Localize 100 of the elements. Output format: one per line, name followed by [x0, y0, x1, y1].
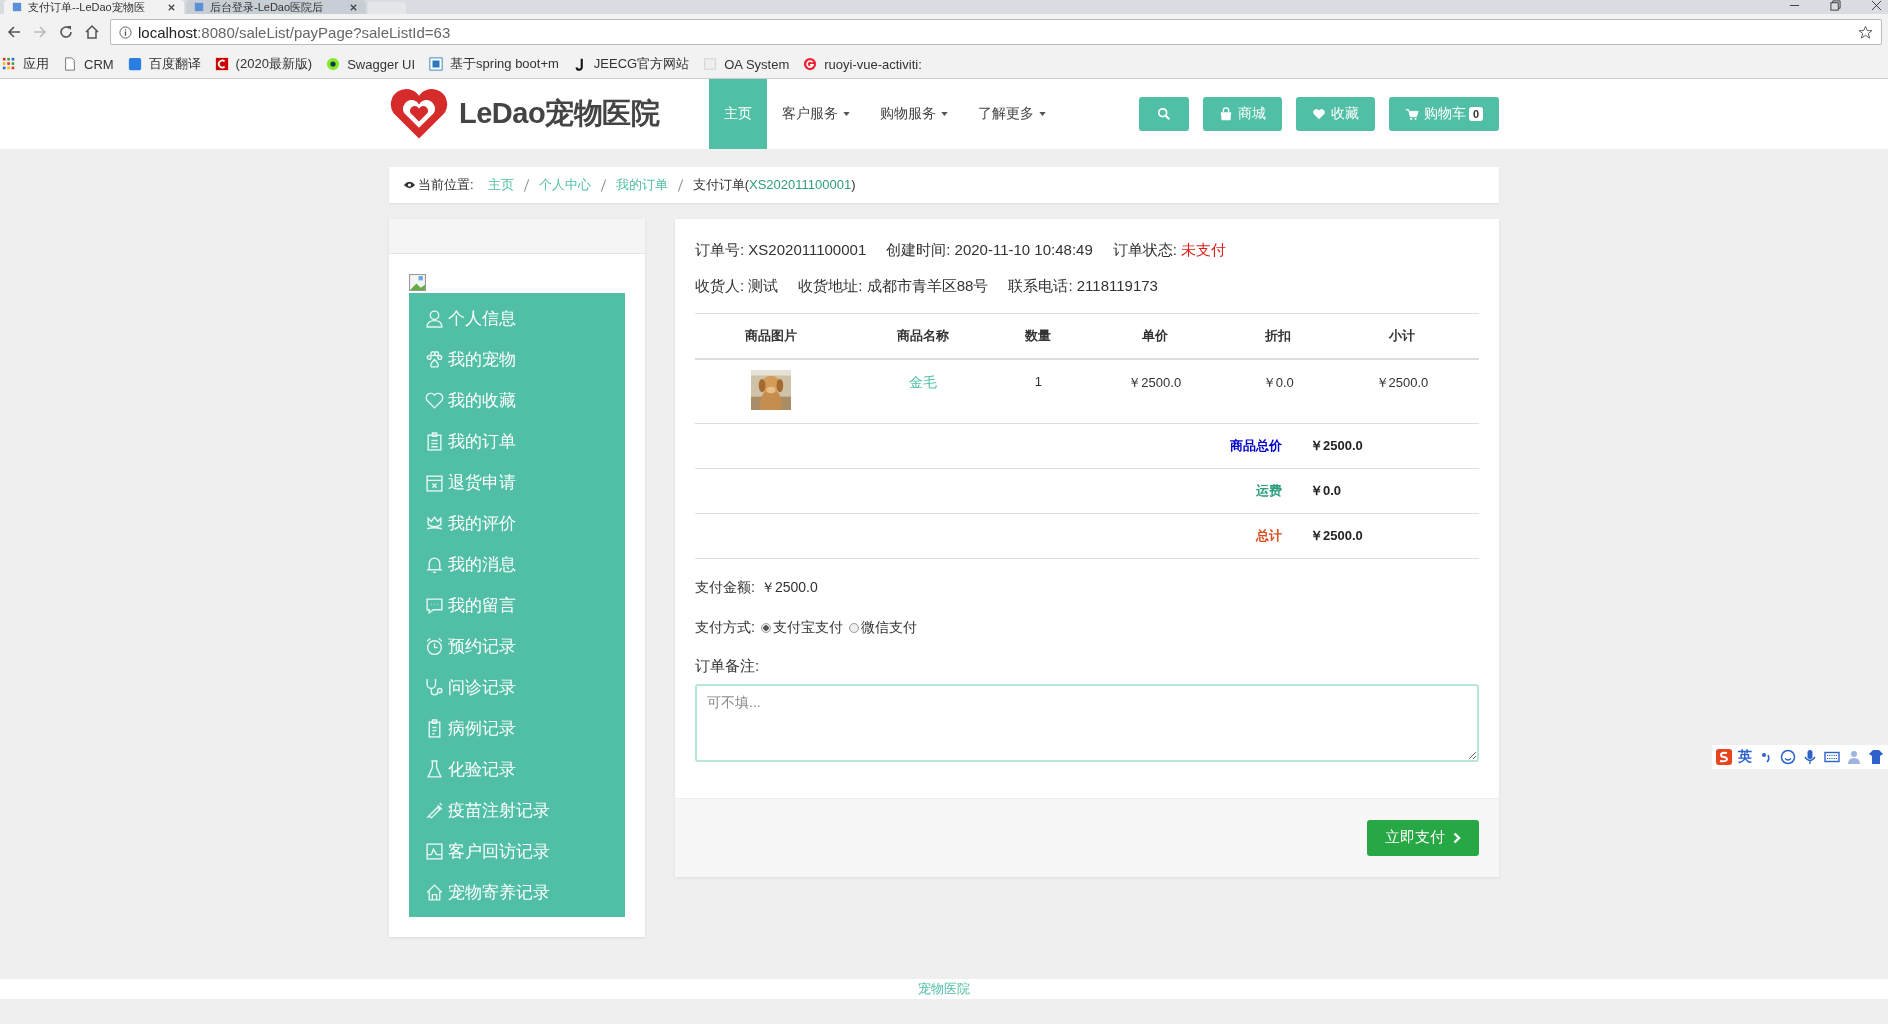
bell-icon — [425, 555, 444, 574]
nav-button[interactable]: 购物车 0 — [1388, 97, 1499, 131]
restore-icon[interactable] — [1830, 0, 1841, 11]
breadcrumb-link[interactable]: 我的订单 — [615, 176, 668, 194]
nav-button[interactable]: 商城 — [1202, 97, 1282, 131]
ime-language[interactable]: 英 — [1738, 748, 1752, 766]
bookmark[interactable]: CRM — [63, 56, 114, 72]
search-icon — [1156, 107, 1171, 121]
address-field[interactable]: localhost:8080/saleList/payPage?saleListId=63 — [110, 19, 1882, 45]
bookmark[interactable]: JEECG官方网站 — [572, 55, 690, 73]
broken-image-icon — [409, 274, 426, 291]
page-icon — [194, 2, 204, 12]
syringe-icon — [425, 801, 444, 820]
eye-icon — [403, 181, 416, 189]
amount-value: ￥2500.0 — [760, 578, 818, 597]
footer-text: 宠物医院 — [918, 980, 970, 998]
summary-value: ￥2500.0 — [1310, 526, 1363, 545]
alarm-clock-icon — [425, 637, 444, 656]
sidebar-item[interactable]: 我的评价 — [409, 503, 625, 544]
radio-label[interactable]: 微信支付 — [860, 618, 917, 637]
sidebar-item[interactable]: 个人信息 — [409, 298, 625, 339]
sidebar-item[interactable]: 我的消息 — [409, 544, 625, 585]
nav-item[interactable]: 客户服务 — [767, 79, 865, 149]
summary-label: 运费 — [1255, 481, 1282, 500]
apps-icon — [2, 57, 16, 71]
table-cell: 1 — [998, 359, 1078, 423]
nav-item[interactable]: 了解更多 — [963, 79, 1061, 149]
close-icon[interactable] — [167, 2, 176, 12]
breadcrumb-link[interactable]: 主页 — [487, 176, 514, 194]
bookmark[interactable]: 应用 — [2, 55, 49, 73]
close-icon[interactable] — [1871, 0, 1882, 11]
sidebar-item[interactable]: 宠物寄养记录 — [409, 872, 625, 913]
site-icon — [326, 57, 341, 71]
sidebar-item[interactable]: 疫苗注射记录 — [409, 790, 625, 831]
radio-label[interactable]: 支付宝支付 — [772, 618, 843, 637]
chevron-right-icon — [1453, 831, 1461, 844]
page-icon — [12, 2, 22, 12]
paw-icon — [425, 350, 444, 369]
close-icon[interactable] — [349, 2, 358, 12]
note-field[interactable]: 可不填... — [695, 683, 1479, 762]
field-label: 支付金额: — [695, 578, 755, 597]
summary-value: ￥0.0 — [1310, 481, 1342, 500]
radio-button[interactable] — [760, 622, 771, 633]
box-icon — [425, 473, 444, 492]
ime-logo-icon[interactable] — [1716, 749, 1732, 765]
info-text: 订单状态: 未支付 — [1112, 241, 1227, 260]
field-label: 订单备注: — [695, 656, 761, 676]
pay-button[interactable]: 立即支付 — [1367, 819, 1479, 856]
breadcrumb-link[interactable]: 个人中心 — [538, 176, 591, 194]
count-badge: 0 — [1468, 107, 1483, 121]
sidebar-item[interactable]: 我的订单 — [409, 421, 625, 462]
back-icon[interactable] — [6, 24, 22, 40]
info-icon — [119, 25, 132, 39]
bookmark[interactable]: ruoyi-vue-activiti: — [803, 56, 922, 72]
sidebar-item[interactable]: 我的宠物 — [409, 339, 625, 380]
summary-label: 总计 — [1254, 526, 1282, 545]
sidebar-item[interactable]: 化验记录 — [409, 749, 625, 790]
bookmark[interactable]: 百度翻译 — [127, 55, 201, 73]
site-icon — [214, 57, 229, 71]
sidebar-item[interactable]: 客户回访记录 — [409, 831, 625, 872]
column-header: 单价 — [1077, 313, 1232, 359]
info-text: 收货人: 测试 — [695, 277, 779, 296]
keyboard-icon[interactable] — [1824, 749, 1840, 765]
sidebar-item[interactable]: 退货申请 — [409, 462, 625, 503]
house-icon — [425, 883, 444, 902]
info-text: 联系电话: 2118119173 — [1008, 277, 1158, 296]
nav-item[interactable]: 主页 — [709, 79, 767, 149]
heart-icon — [425, 391, 444, 410]
browser-tab[interactable]: 后台登录-LeDao医院后 — [186, 0, 366, 14]
url-text: localhost:8080/saleList/payPage?saleListId=63 — [138, 23, 451, 41]
summary-value: ￥2500.0 — [1310, 436, 1363, 455]
bookmark[interactable]: 基于spring boot+m — [429, 55, 559, 73]
bookmark[interactable]: Swagger UI — [326, 56, 416, 72]
chart-icon — [425, 842, 444, 861]
nav-item[interactable]: 购物服务 — [865, 79, 963, 149]
sidebar-item[interactable]: 问诊记录 — [409, 667, 625, 708]
breadcrumb-label: 当前位置: — [418, 176, 474, 194]
reload-icon[interactable] — [58, 24, 74, 40]
sidebar-item[interactable]: 病例记录 — [409, 708, 625, 749]
radio-button[interactable] — [848, 622, 859, 633]
bookmark[interactable]: (2020最新版) — [214, 55, 313, 73]
emoji-icon[interactable] — [1780, 749, 1796, 765]
sidebar-item[interactable]: 预约记录 — [409, 626, 625, 667]
table-cell: ￥2500.0 — [1077, 359, 1232, 423]
user-icon — [425, 309, 444, 328]
site-icon — [803, 57, 818, 71]
sidebar-item[interactable]: 我的收藏 — [409, 380, 625, 421]
microphone-icon[interactable] — [1802, 749, 1818, 765]
browser-tab[interactable]: 支付订单--LeDao宠物医 — [4, 0, 184, 14]
product-link[interactable]: 金毛 — [846, 359, 999, 423]
bag-icon — [1218, 107, 1233, 121]
star-icon[interactable] — [1858, 24, 1873, 40]
sidebar-item[interactable]: 我的留言 — [409, 585, 625, 626]
home-icon[interactable] — [84, 24, 100, 40]
nav-button[interactable]: 收藏 — [1295, 97, 1375, 131]
bookmark[interactable]: OA System — [703, 56, 790, 72]
heart-icon — [1311, 107, 1326, 121]
summary-label: 商品总价 — [1229, 436, 1282, 455]
logo-text[interactable]: LeDao宠物医院 — [459, 94, 660, 134]
column-header: 折扣 — [1231, 313, 1325, 359]
